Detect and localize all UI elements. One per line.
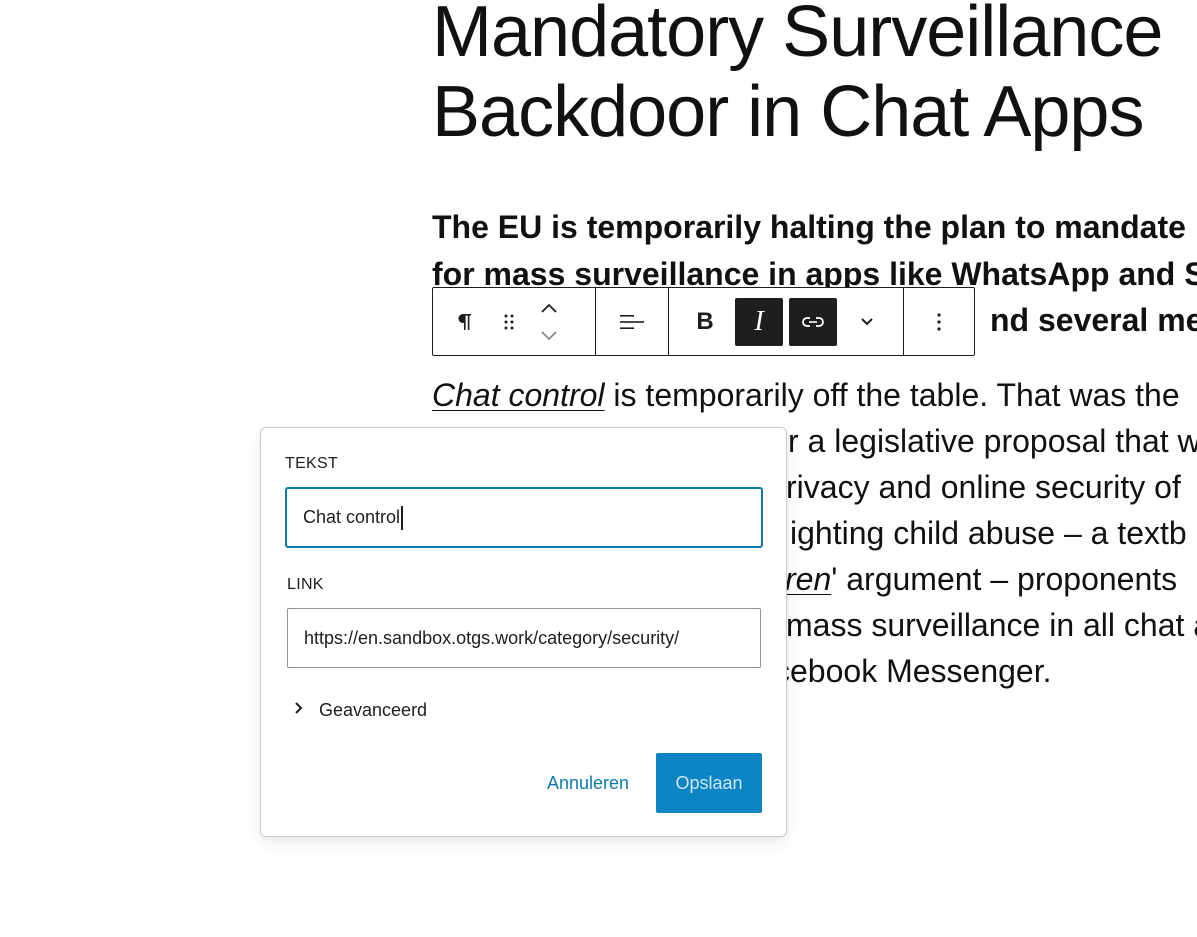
body-line-text: is temporarily off the table. That was t… — [604, 377, 1180, 413]
lead-line-tail: nd several mer — [990, 302, 1197, 338]
toolbar-group-block — [433, 288, 596, 355]
chevron-right-icon — [293, 700, 305, 721]
body-line: Chat control is temporarily off the tabl… — [432, 372, 1197, 418]
post-title-line: Mandatory Surveillance — [432, 0, 1163, 72]
italic-label: I — [754, 305, 764, 337]
move-up-button[interactable] — [531, 295, 567, 321]
save-button[interactable]: Opslaan — [656, 753, 762, 813]
body-link-chat-control[interactable]: Chat control — [432, 377, 605, 413]
block-mover — [529, 294, 569, 350]
link-text-input[interactable]: Chat control — [285, 487, 763, 548]
post-title[interactable]: Mandatory Surveillance Backdoor in Chat … — [432, 0, 1163, 152]
body-line-text: ighting child abuse – a textb — [790, 515, 1187, 551]
body-line-text: cebook Messenger. — [774, 653, 1052, 689]
chevron-down-icon — [539, 329, 559, 343]
advanced-label: Geavanceerd — [319, 700, 428, 720]
align-left-icon — [618, 310, 646, 334]
link-icon — [799, 310, 827, 334]
advanced-toggle[interactable]: Geavanceerd — [293, 700, 427, 721]
chevron-down-icon — [857, 315, 877, 329]
link-button[interactable] — [789, 297, 837, 346]
link-popover: TEKST Chat control LINK https://en.sandb… — [260, 427, 787, 837]
post-title-line: Backdoor in Chat Apps — [432, 72, 1144, 152]
drag-handle-icon — [497, 310, 521, 334]
link-field-label: LINK — [287, 576, 324, 593]
link-url-input[interactable]: https://en.sandbox.otgs.work/category/se… — [287, 608, 761, 668]
align-button[interactable] — [608, 298, 656, 346]
link-text-value: Chat control — [303, 507, 401, 527]
italic-button[interactable]: I — [735, 297, 783, 346]
block-toolbar: B I — [432, 287, 975, 356]
body-line-text: rivacy and online security of — [786, 469, 1181, 505]
lead-line: The EU is temporarily halting the plan t… — [432, 209, 1186, 245]
editor-canvas: Mandatory Surveillance Backdoor in Chat … — [0, 0, 1197, 937]
body-link-ren[interactable]: ren — [785, 561, 831, 597]
body-line-text: r a legislative proposal that w — [788, 423, 1197, 459]
body-line-text: mass surveillance in all chat a — [786, 607, 1197, 643]
toolbar-group-align — [596, 288, 669, 355]
block-options-button[interactable] — [915, 298, 963, 346]
cancel-button[interactable]: Annuleren — [537, 753, 639, 813]
toolbar-group-format: B I — [669, 288, 904, 355]
bold-button[interactable]: B — [681, 298, 729, 346]
body-line-text: ' argument – proponents — [831, 561, 1178, 597]
chevron-up-icon — [539, 301, 559, 315]
text-field-label: TEKST — [285, 455, 339, 472]
bold-label: B — [696, 307, 714, 335]
link-url-value: https://en.sandbox.otgs.work/category/se… — [304, 627, 680, 648]
paragraph-block-button[interactable] — [441, 298, 489, 346]
pilcrow-icon — [453, 310, 477, 334]
toolbar-group-options — [904, 288, 974, 355]
more-vertical-icon — [927, 310, 951, 334]
move-down-button[interactable] — [531, 323, 567, 349]
more-formats-button[interactable] — [843, 298, 891, 346]
drag-handle-button[interactable] — [489, 298, 529, 346]
text-caret — [401, 505, 403, 530]
